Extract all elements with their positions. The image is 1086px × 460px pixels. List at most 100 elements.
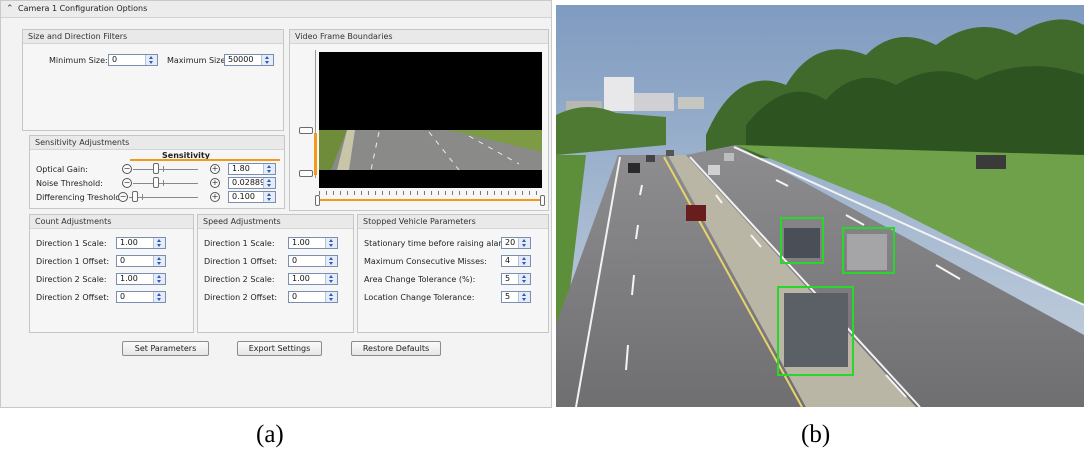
spinner-arrows-icon[interactable] — [153, 238, 165, 248]
export-settings-button[interactable]: Export Settings — [237, 341, 322, 356]
min-size-value: 0 — [112, 55, 118, 64]
sensitivity-spinner-value: 0.100 — [232, 192, 255, 201]
sensitivity-slider-handle[interactable] — [152, 163, 159, 174]
count-spinner[interactable]: 1.00 — [116, 237, 166, 249]
stopped-spinner-value: 4 — [505, 256, 511, 265]
spinner-arrows-icon[interactable] — [518, 274, 530, 284]
stopped-spinner[interactable]: 5 — [501, 273, 531, 285]
bottom-boundary-handle[interactable] — [299, 170, 313, 177]
spinner-arrows-icon[interactable] — [325, 292, 337, 302]
window-title: Camera 1 Configuration Options — [18, 4, 148, 13]
caption-a: (a) — [256, 421, 284, 448]
stopped-vehicle-group: Stopped Vehicle Parameters Stationary ti… — [357, 214, 549, 333]
plus-circle-icon[interactable]: + — [210, 178, 220, 188]
spinner-arrows-icon[interactable] — [325, 256, 337, 266]
spinner-arrows-icon[interactable] — [518, 292, 530, 302]
sensitivity-spinner-value: 0.02889 — [232, 178, 266, 187]
spinner-arrows-icon[interactable] — [518, 238, 530, 248]
sensitivity-slider-handle[interactable] — [132, 191, 139, 202]
spinner-arrows-icon[interactable] — [263, 192, 275, 202]
stopped-spinner-value: 20 — [505, 238, 516, 247]
window-title-bar[interactable]: ⌃ Camera 1 Configuration Options — [1, 1, 551, 18]
top-boundary-handle[interactable] — [299, 127, 313, 134]
speed-spinner-value: 0 — [292, 256, 298, 265]
speed-row-label: Direction 1 Scale: — [204, 239, 275, 248]
sensitivity-slider-track — [133, 169, 198, 170]
speed-adjustments-group: Speed Adjustments Direction 1 Scale: 1.00… — [197, 214, 354, 333]
min-size-spinner[interactable]: 0 — [108, 54, 158, 66]
sensitivity-spinner-value: 1.80 — [232, 164, 250, 173]
count-row-label: Direction 1 Offset: — [36, 257, 110, 266]
video-frame-boundaries-group: Video Frame Boundaries — [289, 29, 549, 211]
speed-spinner[interactable]: 0 — [288, 291, 338, 303]
speed-row-label: Direction 1 Offset: — [204, 257, 278, 266]
sensitivity-slider-handle[interactable] — [152, 177, 159, 188]
sensitivity-spinner[interactable]: 0.02889 — [228, 177, 276, 189]
minus-circle-icon[interactable]: − — [122, 164, 132, 174]
spinner-arrows-icon[interactable] — [261, 55, 273, 65]
sensitivity-header-rule — [130, 159, 280, 161]
group-title: Video Frame Boundaries — [290, 30, 548, 44]
speed-spinner[interactable]: 0 — [288, 255, 338, 267]
count-row-label: Direction 2 Scale: — [36, 275, 107, 284]
max-size-value: 50000 — [228, 55, 254, 64]
stopped-spinner[interactable]: 4 — [501, 255, 531, 267]
spinner-arrows-icon[interactable] — [325, 274, 337, 284]
vertical-boundary-range — [314, 133, 317, 175]
stopped-spinner[interactable]: 5 — [501, 291, 531, 303]
horizontal-ticks — [319, 191, 542, 195]
count-spinner-value: 0 — [120, 292, 126, 301]
restore-defaults-button[interactable]: Restore Defaults — [351, 341, 441, 356]
group-title: Size and Direction Filters — [23, 30, 283, 44]
count-spinner[interactable]: 1.00 — [116, 273, 166, 285]
stopped-row-label: Area Change Tolerance (%): — [364, 275, 476, 284]
stopped-spinner[interactable]: 20 — [501, 237, 531, 249]
spinner-arrows-icon[interactable] — [263, 178, 275, 188]
sensitivity-label: Optical Gain: — [36, 165, 88, 174]
set-parameters-button[interactable]: Set Parameters — [122, 341, 209, 356]
count-spinner[interactable]: 0 — [116, 291, 166, 303]
speed-row-label: Direction 2 Offset: — [204, 293, 278, 302]
speed-spinner[interactable]: 1.00 — [288, 273, 338, 285]
group-title: Sensitivity Adjustments — [30, 136, 284, 150]
spinner-arrows-icon[interactable] — [153, 274, 165, 284]
count-spinner-value: 0 — [120, 256, 126, 265]
sensitivity-label: Noise Threshold: — [36, 179, 103, 188]
plus-circle-icon[interactable]: + — [210, 192, 220, 202]
spinner-arrows-icon[interactable] — [263, 164, 275, 174]
speed-row-label: Direction 2 Scale: — [204, 275, 275, 284]
speed-spinner[interactable]: 1.00 — [288, 237, 338, 249]
min-size-label: Minimum Size: — [49, 56, 108, 65]
stopped-row-label: Stationary time before raising alarm: — [364, 239, 512, 248]
spinner-arrows-icon[interactable] — [153, 256, 165, 266]
minus-circle-icon[interactable]: − — [122, 178, 132, 188]
count-row-label: Direction 2 Offset: — [36, 293, 110, 302]
video-preview-image — [319, 52, 542, 188]
spinner-arrows-icon[interactable] — [518, 256, 530, 266]
count-spinner-value: 1.00 — [120, 238, 138, 247]
video-preview — [319, 52, 542, 188]
right-boundary-handle[interactable] — [540, 195, 545, 206]
count-adjustments-group: Count Adjustments Direction 1 Scale: 1.00… — [29, 214, 194, 333]
count-spinner[interactable]: 0 — [116, 255, 166, 267]
slider-tick — [162, 180, 164, 186]
slider-tick — [142, 194, 144, 200]
speed-spinner-value: 1.00 — [292, 238, 310, 247]
stopped-row-label: Maximum Consecutive Misses: — [364, 257, 487, 266]
spinner-arrows-icon[interactable] — [325, 238, 337, 248]
camera-config-window: ⌃ Camera 1 Configuration Options Size an… — [0, 0, 552, 408]
sensitivity-spinner[interactable]: 1.80 — [228, 163, 276, 175]
spinner-arrows-icon[interactable] — [153, 292, 165, 302]
plus-circle-icon[interactable]: + — [210, 164, 220, 174]
minus-circle-icon[interactable]: − — [118, 192, 128, 202]
collapse-chevron-icon[interactable]: ⌃ — [6, 1, 14, 17]
slider-tick — [162, 166, 164, 172]
stopped-spinner-value: 5 — [505, 274, 511, 283]
left-boundary-handle[interactable] — [315, 195, 320, 206]
spinner-arrows-icon[interactable] — [145, 55, 157, 65]
max-size-spinner[interactable]: 50000 — [224, 54, 274, 66]
sensitivity-slider-track — [129, 197, 198, 198]
sensitivity-spinner[interactable]: 0.100 — [228, 191, 276, 203]
speed-spinner-value: 0 — [292, 292, 298, 301]
speed-spinner-value: 1.00 — [292, 274, 310, 283]
